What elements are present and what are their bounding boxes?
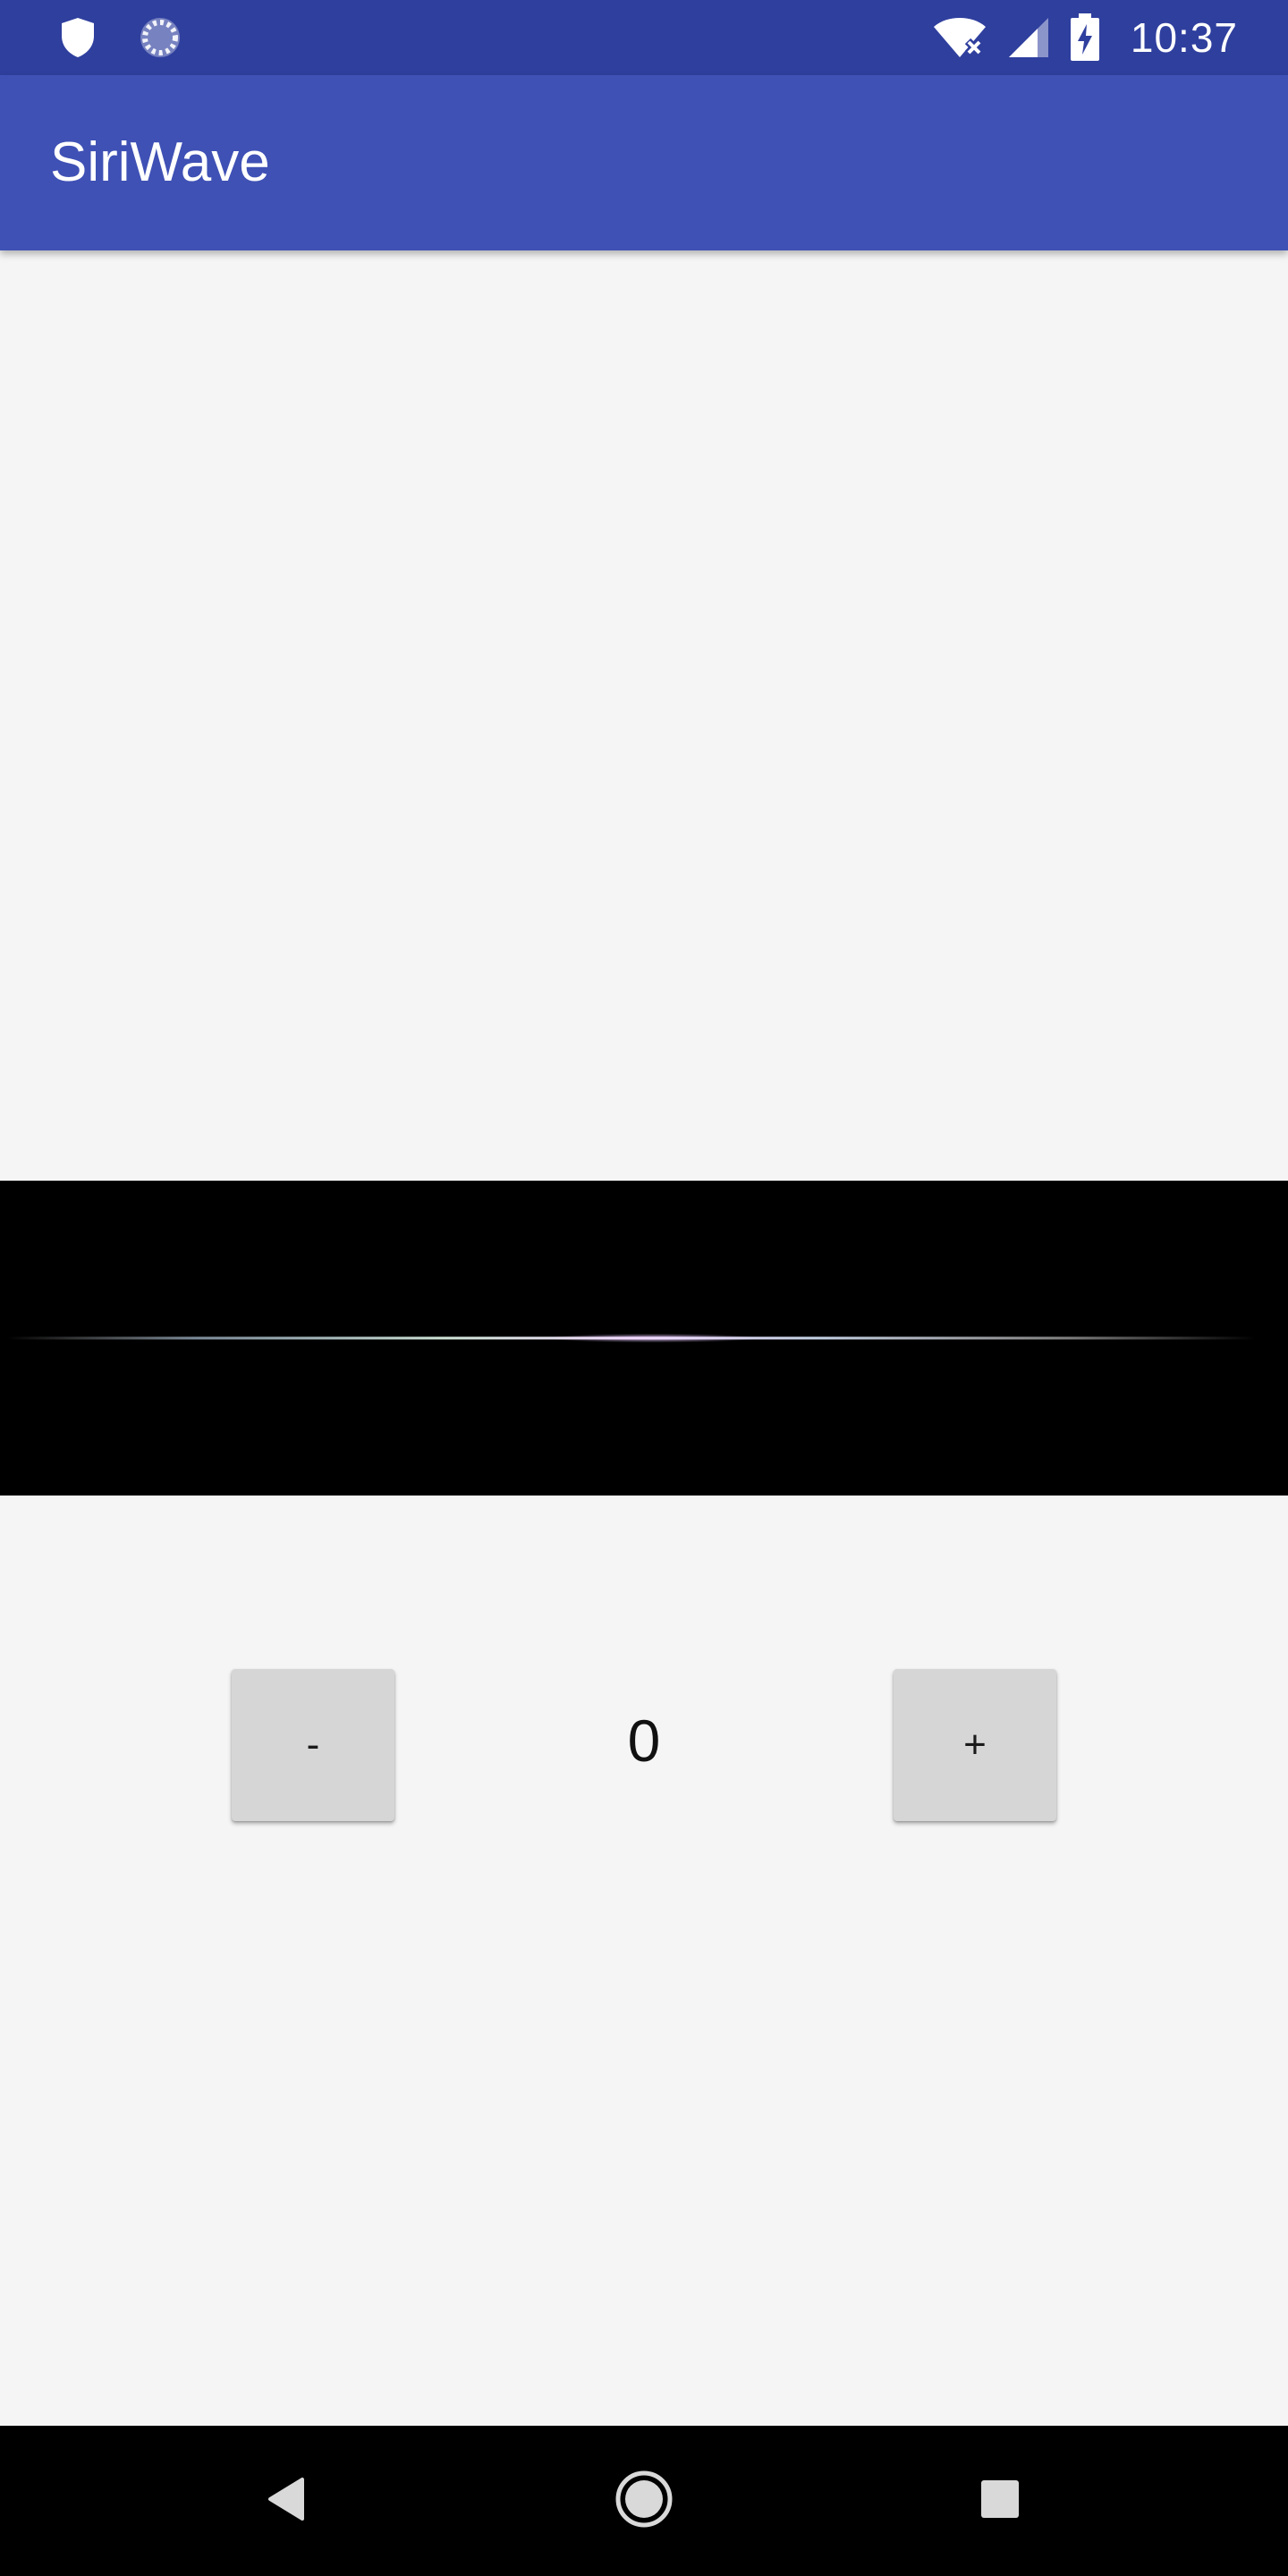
loading-icon bbox=[138, 15, 182, 60]
decrement-button[interactable]: - bbox=[232, 1669, 394, 1821]
app-title: SiriWave bbox=[50, 131, 270, 193]
back-button[interactable] bbox=[211, 2426, 361, 2576]
navigation-bar bbox=[0, 2426, 1288, 2576]
shield-icon bbox=[59, 16, 97, 59]
recents-icon bbox=[980, 2479, 1020, 2523]
app-bar: SiriWave bbox=[0, 75, 1288, 250]
battery-charging-icon bbox=[1070, 13, 1100, 62]
increment-button[interactable]: + bbox=[894, 1669, 1056, 1821]
amplitude-controls: - 0 + bbox=[0, 1669, 1288, 1821]
status-right-icons: 10:37 bbox=[932, 9, 1238, 66]
signal-icon bbox=[1007, 16, 1050, 59]
siri-wave-line bbox=[7, 1334, 1256, 1343]
screen: 10:37 SiriWave - 0 + bbox=[0, 0, 1288, 2576]
recents-button[interactable] bbox=[925, 2426, 1075, 2576]
status-bar: 10:37 bbox=[0, 0, 1288, 75]
status-time: 10:37 bbox=[1130, 14, 1238, 61]
siri-wave-view bbox=[0, 1181, 1288, 1496]
home-button[interactable] bbox=[569, 2426, 719, 2576]
back-icon bbox=[267, 2477, 306, 2526]
status-left-icons bbox=[59, 14, 182, 61]
wifi-off-icon bbox=[932, 16, 987, 59]
home-icon bbox=[614, 2470, 674, 2533]
amplitude-value: 0 bbox=[627, 1707, 661, 1774]
